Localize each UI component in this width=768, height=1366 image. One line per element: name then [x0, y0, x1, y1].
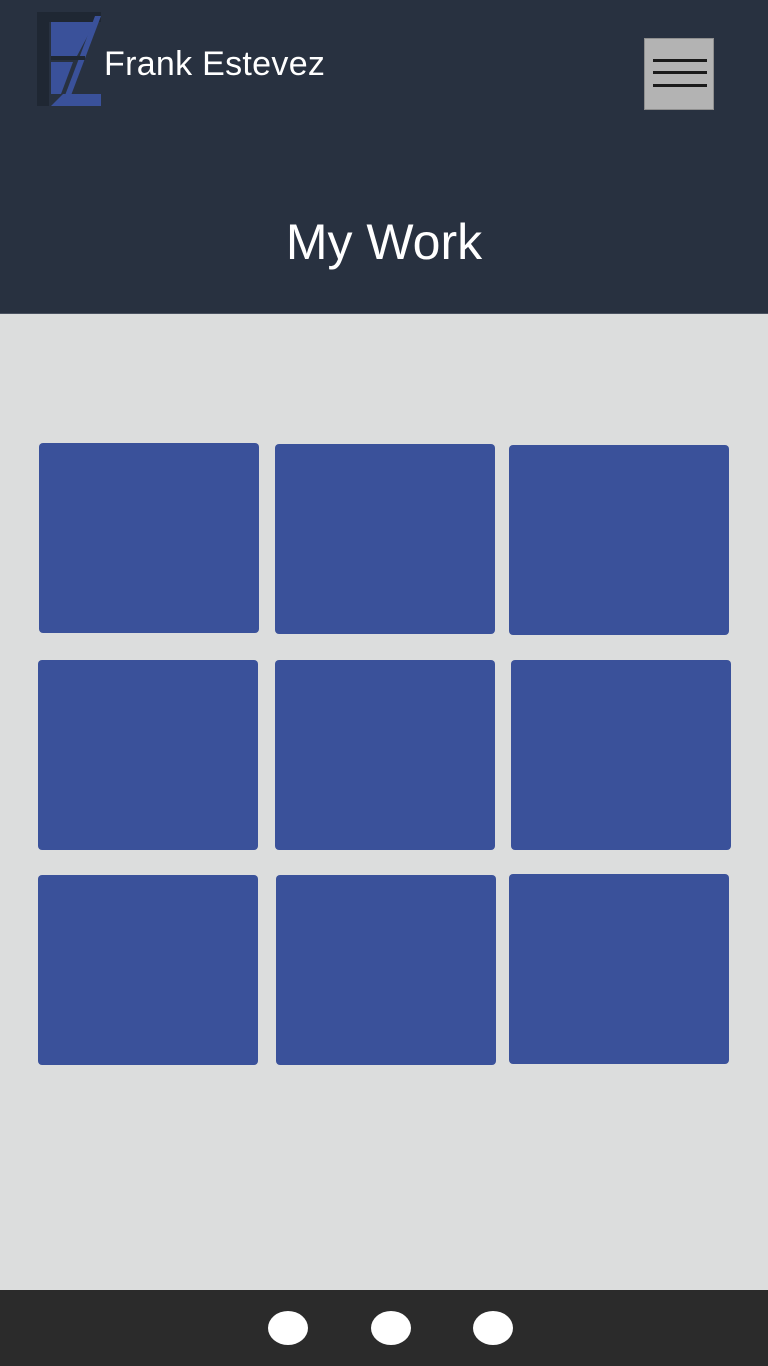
portfolio-tile[interactable] — [276, 875, 496, 1065]
portfolio-tile[interactable] — [38, 660, 258, 850]
social-link-2-icon[interactable] — [371, 1311, 411, 1345]
hamburger-menu-icon — [653, 59, 707, 62]
social-link-3-icon[interactable] — [473, 1311, 513, 1345]
portfolio-tile[interactable] — [275, 660, 495, 850]
hamburger-menu-button[interactable] — [644, 38, 714, 110]
social-link-1-icon[interactable] — [268, 1311, 308, 1345]
portfolio-tile[interactable] — [511, 660, 731, 850]
fe-monogram-logo-icon[interactable] — [37, 12, 103, 108]
hamburger-menu-icon-bar — [653, 71, 707, 74]
brand-name[interactable]: Frank Estevez — [104, 44, 325, 84]
portfolio-tile[interactable] — [39, 443, 259, 633]
page: Frank Estevez My Work — [0, 0, 768, 1366]
hamburger-menu-icon-bar — [653, 84, 707, 87]
page-title: My Work — [285, 214, 483, 270]
portfolio-tile[interactable] — [509, 874, 729, 1064]
site-header: Frank Estevez My Work — [0, 0, 768, 314]
portfolio-tile[interactable] — [38, 875, 258, 1065]
portfolio-tile[interactable] — [275, 444, 495, 634]
portfolio-tile[interactable] — [509, 445, 729, 635]
site-footer — [0, 1290, 768, 1366]
